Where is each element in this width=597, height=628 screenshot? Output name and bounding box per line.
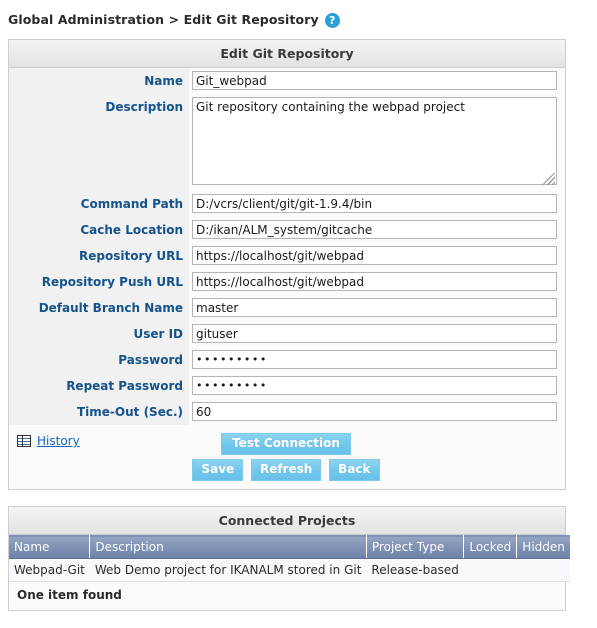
refresh-button[interactable]: Refresh (251, 459, 322, 481)
repository-push-url-input[interactable] (192, 272, 557, 291)
repeat-password-input[interactable] (192, 376, 557, 395)
field-command-path-cell (189, 191, 565, 217)
label-time-out: Time-Out (Sec.) (9, 399, 190, 425)
edit-git-repository-panel: Edit Git Repository Name Description Git… (8, 39, 566, 490)
form-actions-cell: History Test Connection Save Refresh Bac… (9, 425, 565, 489)
form-row-name: Name (9, 68, 565, 94)
description-wrapper: Git repository containing the webpad pro… (192, 97, 557, 188)
command-path-input[interactable] (192, 194, 557, 213)
user-id-input[interactable] (192, 324, 557, 343)
table-header-row: Name Description Project Type Locked Hid… (9, 535, 570, 559)
save-button[interactable]: Save (192, 459, 244, 481)
cell-locked (463, 558, 517, 582)
panel-title-connected-projects: Connected Projects (9, 507, 565, 535)
field-default-branch-name-cell (189, 295, 565, 321)
form-row-repository-push-url: Repository Push URL (9, 269, 565, 295)
repository-url-input[interactable] (192, 246, 557, 265)
name-input[interactable] (192, 71, 557, 90)
column-header-name[interactable]: Name (9, 535, 91, 559)
field-repeat-password-cell (189, 373, 565, 399)
column-header-description[interactable]: Description (89, 535, 367, 559)
field-description-cell: Git repository containing the webpad pro… (189, 94, 565, 191)
column-header-locked[interactable]: Locked (463, 535, 518, 559)
form-row-cache-location: Cache Location (9, 217, 565, 243)
label-password: Password (9, 347, 190, 373)
form-row-repository-url: Repository URL (9, 243, 565, 269)
cell-name: Webpad-Git (9, 558, 90, 582)
cell-hidden (516, 558, 570, 582)
column-header-hidden[interactable]: Hidden (516, 535, 570, 559)
history-link-label: History (37, 434, 80, 448)
field-name-cell (189, 68, 565, 94)
panel-title-edit-repo: Edit Git Repository (9, 40, 565, 68)
repository-form: Name Description Git repository containi… (9, 68, 565, 489)
table-footer-count: One item found (9, 582, 565, 610)
form-row-repeat-password: Repeat Password (9, 373, 565, 399)
column-header-project-type[interactable]: Project Type (366, 535, 465, 559)
back-button[interactable]: Back (329, 459, 380, 481)
test-connection-row: Test Connection (15, 430, 557, 455)
connected-projects-panel: Connected Projects Name Description Proj… (8, 506, 570, 611)
connected-projects-table: Name Description Project Type Locked Hid… (9, 535, 570, 582)
field-password-cell (189, 347, 565, 373)
history-link[interactable]: History (17, 434, 80, 448)
label-name: Name (9, 68, 190, 94)
description-textarea[interactable]: Git repository containing the webpad pro… (192, 97, 557, 185)
form-row-password: Password (9, 347, 565, 373)
breadcrumb-text: Global Administration > Edit Git Reposit… (8, 11, 319, 27)
field-time-out-cell (189, 399, 565, 425)
breadcrumb: Global Administration > Edit Git Reposit… (0, 0, 597, 30)
field-cache-location-cell (189, 217, 565, 243)
cell-project-type: Release-based (366, 558, 464, 582)
form-row-time-out: Time-Out (Sec.) (9, 399, 565, 425)
form-row-default-branch-name: Default Branch Name (9, 295, 565, 321)
form-actions-row: History Test Connection Save Refresh Bac… (9, 425, 565, 489)
field-user-id-cell (189, 321, 565, 347)
label-command-path: Command Path (9, 191, 190, 217)
default-branch-name-input[interactable] (192, 298, 557, 317)
form-buttons-row: Save Refresh Back (15, 455, 557, 481)
field-repository-url-cell (189, 243, 565, 269)
label-user-id: User ID (9, 321, 190, 347)
label-repeat-password: Repeat Password (9, 373, 190, 399)
password-input[interactable] (192, 350, 557, 369)
table-history-icon (17, 435, 31, 447)
actions-container: History Test Connection Save Refresh Bac… (9, 425, 565, 489)
help-icon[interactable]: ? (324, 12, 340, 28)
test-connection-button[interactable]: Test Connection (221, 433, 351, 455)
label-repository-push-url: Repository Push URL (9, 269, 190, 295)
label-default-branch-name: Default Branch Name (9, 295, 190, 321)
label-description: Description (9, 94, 190, 191)
form-row-user-id: User ID (9, 321, 565, 347)
field-repository-push-url-cell (189, 269, 565, 295)
time-out-input[interactable] (192, 402, 557, 421)
table-row[interactable]: Webpad-Git Web Demo project for IKANALM … (9, 558, 570, 582)
label-cache-location: Cache Location (9, 217, 190, 243)
cell-description: Web Demo project for IKANALM stored in G… (89, 558, 367, 582)
form-row-command-path: Command Path (9, 191, 565, 217)
cache-location-input[interactable] (192, 220, 557, 239)
form-row-description: Description Git repository containing th… (9, 94, 565, 191)
label-repository-url: Repository URL (9, 243, 190, 269)
